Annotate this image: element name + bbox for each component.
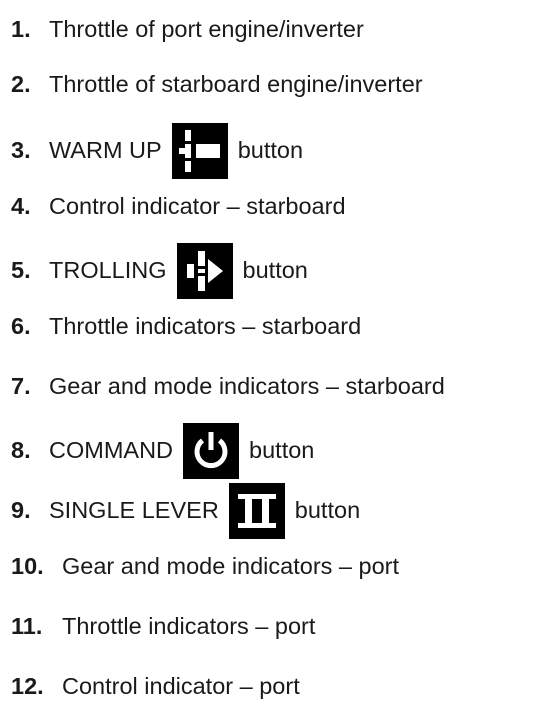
trolling-icon — [176, 243, 233, 299]
item-number: 1. — [11, 16, 31, 43]
legend-item-3: 3. WARM UP button — [11, 121, 303, 181]
item-suffix: button — [237, 137, 304, 164]
legend-item-7: 7. Gear and mode indicators – starboard — [11, 357, 445, 417]
single-lever-icon — [228, 483, 285, 539]
item-text: Throttle indicators – port — [62, 613, 316, 640]
item-text: WARM UP — [49, 137, 162, 164]
item-number: 12. — [11, 673, 44, 700]
legend-item-10: 10. Gear and mode indicators – port — [11, 537, 399, 597]
item-number: 9. — [11, 497, 31, 524]
item-text: TROLLING — [49, 257, 167, 284]
item-suffix: button — [249, 437, 315, 464]
item-text: Gear and mode indicators – port — [62, 553, 400, 580]
item-text: COMMAND — [49, 437, 174, 464]
legend-item-2: 2. Throttle of starboard engine/inverter — [11, 55, 423, 115]
power-icon — [183, 423, 240, 479]
item-number: 2. — [11, 71, 31, 98]
item-text: Control indicator – port — [62, 673, 300, 700]
legend-item-12: 12. Control indicator – port — [11, 657, 300, 717]
item-number: 4. — [11, 193, 31, 220]
item-number: 5. — [11, 257, 31, 284]
item-text: Throttle of port engine/inverter — [49, 16, 364, 43]
item-text: Control indicator – starboard — [49, 193, 346, 220]
legend-item-1: 1. Throttle of port engine/inverter — [11, 0, 364, 60]
item-number: 6. — [11, 313, 31, 340]
item-suffix: button — [294, 497, 361, 524]
item-text: Gear and mode indicators – starboard — [49, 373, 445, 400]
item-text: Throttle of starboard engine/inverter — [49, 71, 423, 98]
legend-item-9: 9. SINGLE LEVER button — [11, 481, 360, 541]
item-number: 8. — [11, 437, 31, 464]
item-text: SINGLE LEVER — [49, 497, 219, 524]
legend-item-4: 4. Control indicator – starboard — [11, 177, 346, 237]
item-text: Throttle indicators – starboard — [49, 313, 362, 340]
legend-list: 1. Throttle of port engine/inverter 2. T… — [0, 0, 557, 721]
legend-item-6: 6. Throttle indicators – starboard — [11, 297, 361, 357]
legend-item-5: 5. TROLLING button — [11, 241, 308, 301]
item-number: 3. — [11, 137, 31, 164]
item-number: 10. — [11, 553, 44, 580]
legend-item-11: 11. Throttle indicators – port — [11, 597, 315, 657]
warm-up-icon — [171, 123, 228, 179]
item-number: 7. — [11, 373, 31, 400]
legend-item-8: 8. COMMAND button — [11, 421, 314, 481]
item-number: 11. — [11, 613, 43, 640]
item-suffix: button — [242, 257, 308, 284]
